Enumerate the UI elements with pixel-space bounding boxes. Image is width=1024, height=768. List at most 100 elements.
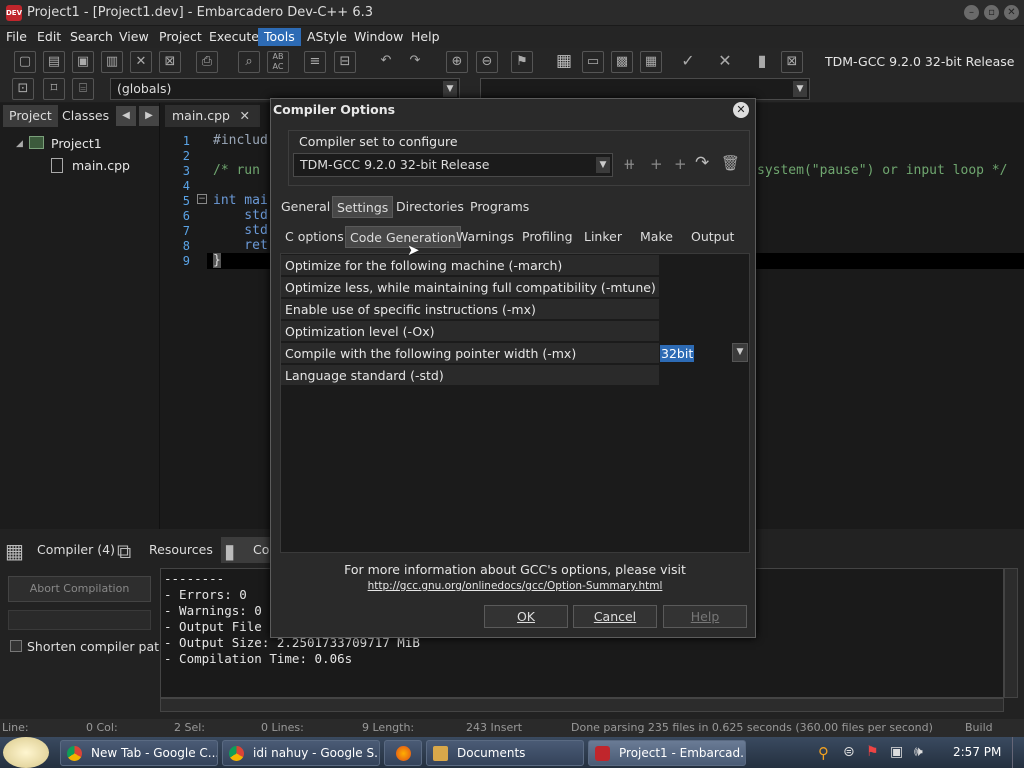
goto-icon[interactable]: ⊡: [12, 78, 34, 100]
member-select[interactable]: ▼: [480, 78, 810, 100]
keyboard-icon[interactable]: ⊜: [843, 744, 855, 760]
tab-main-cpp[interactable]: main.cpp ✕: [165, 105, 260, 127]
tab-project[interactable]: Project: [3, 105, 58, 127]
tab-programs[interactable]: Programs: [466, 196, 533, 218]
stop-icon[interactable]: ✕: [714, 51, 736, 73]
option-row[interactable]: Optimize less, while maintaining full co…: [281, 277, 659, 298]
tab-compiler[interactable]: Compiler (4): [37, 537, 115, 563]
task-chrome-search[interactable]: idi nahuy - Google S...: [222, 740, 380, 766]
open-file-icon[interactable]: ▤: [43, 51, 65, 73]
menu-window[interactable]: Window: [348, 28, 409, 46]
log-horizontal-scrollbar[interactable]: [160, 698, 1004, 712]
ok-button[interactable]: OK: [484, 605, 568, 628]
abort-compilation-button[interactable]: Abort Compilation: [8, 576, 151, 602]
tab-compile-log[interactable]: Co: [253, 537, 269, 563]
indent-icon[interactable]: ≡: [304, 51, 326, 73]
remove-from-project-icon[interactable]: ⊖: [476, 51, 498, 73]
close-all-icon[interactable]: ⊠: [159, 51, 181, 73]
subtab-c-options[interactable]: C options: [281, 226, 348, 248]
chevron-down-icon[interactable]: ▼: [732, 343, 748, 362]
project-options-icon[interactable]: ⚑: [511, 51, 533, 73]
close-file-icon[interactable]: ✕: [130, 51, 152, 73]
print-icon[interactable]: ⎙: [196, 51, 218, 73]
show-desktop-button[interactable]: [1012, 737, 1024, 768]
close-icon[interactable]: ✕: [733, 102, 749, 118]
compiler-set-select[interactable]: TDM-GCC 9.2.0 32-bit Release ▼: [293, 153, 613, 177]
tab-settings[interactable]: Settings: [332, 196, 394, 218]
volume-icon[interactable]: 🕪: [914, 744, 923, 760]
close-icon[interactable]: ✕: [240, 105, 250, 127]
replace-icon[interactable]: AB AC: [267, 51, 289, 73]
save-icon[interactable]: ▣: [72, 51, 94, 73]
tab-classes[interactable]: Classes: [56, 105, 115, 127]
chevron-right-icon[interactable]: ▶: [139, 106, 159, 126]
syntax-check-icon[interactable]: ✓: [677, 51, 699, 73]
tab-general[interactable]: General: [277, 196, 334, 218]
gcc-options-link[interactable]: http://gcc.gnu.org/onlinedocs/gcc/Option…: [280, 580, 750, 592]
start-button[interactable]: [3, 737, 49, 768]
scope-select[interactable]: (globals) ▼: [110, 78, 460, 100]
tree-project[interactable]: Project1: [51, 136, 102, 151]
chevron-left-icon[interactable]: ◀: [116, 106, 136, 126]
subtab-code-generation[interactable]: Code Generation: [345, 226, 461, 248]
redo-icon[interactable]: ↷: [404, 51, 426, 73]
add-blank-icon[interactable]: +: [674, 155, 687, 173]
add-compiler-icon[interactable]: ⧺: [623, 155, 636, 173]
menu-edit[interactable]: Edit: [31, 28, 67, 46]
bookmark-icon[interactable]: ⌑: [43, 78, 65, 100]
clock[interactable]: 2:57 PM: [953, 745, 1001, 759]
subtab-profiling[interactable]: Profiling: [518, 226, 577, 248]
task-devcpp[interactable]: Project1 - Embarcad...: [588, 740, 746, 766]
task-documents[interactable]: Documents: [426, 740, 584, 766]
menu-help[interactable]: Help: [405, 28, 446, 46]
trash-icon[interactable]: 🗑: [721, 154, 740, 172]
rename-icon[interactable]: ↷: [695, 153, 709, 173]
tree-expand-icon[interactable]: ◢: [16, 139, 23, 149]
new-file-icon[interactable]: ▢: [14, 51, 36, 73]
option-row[interactable]: Language standard (-std): [281, 365, 659, 386]
network-icon[interactable]: ▣: [890, 744, 903, 760]
log-vertical-scrollbar[interactable]: [1004, 568, 1018, 698]
close-button[interactable]: ✕: [1004, 5, 1019, 20]
option-row[interactable]: Optimize for the following machine (-mar…: [281, 255, 659, 276]
help-button[interactable]: Help: [663, 605, 747, 628]
pointer-width-value[interactable]: 32bit: [660, 345, 695, 362]
profile-icon[interactable]: ▮: [751, 51, 773, 73]
menu-execute[interactable]: Execute: [203, 28, 265, 46]
menu-file[interactable]: File: [0, 28, 33, 46]
menu-view[interactable]: View: [113, 28, 155, 46]
menu-tools[interactable]: Tools: [258, 28, 301, 46]
save-all-icon[interactable]: ▥: [101, 51, 123, 73]
compile-run-icon[interactable]: ▩: [611, 51, 633, 73]
subtab-warnings[interactable]: Warnings: [452, 226, 518, 248]
maximize-button[interactable]: ▫: [984, 5, 999, 20]
minimize-button[interactable]: –: [964, 5, 979, 20]
menu-astyle[interactable]: AStyle: [301, 28, 353, 46]
tree-file[interactable]: main.cpp: [72, 158, 130, 173]
add-folder-icon[interactable]: +: [650, 155, 663, 173]
option-row[interactable]: Optimization level (-Ox): [281, 321, 659, 342]
bookmark-list-icon[interactable]: ⌸: [72, 78, 94, 100]
subtab-output[interactable]: Output: [687, 226, 738, 248]
shorten-path-checkbox[interactable]: [10, 640, 22, 652]
find-icon[interactable]: ⌕: [238, 51, 260, 73]
task-firefox[interactable]: [384, 740, 422, 766]
subtab-make[interactable]: Make: [636, 226, 677, 248]
cancel-button[interactable]: Cancel: [573, 605, 657, 628]
fold-icon[interactable]: −: [197, 194, 207, 204]
tab-directories[interactable]: Directories: [392, 196, 468, 218]
compile-icon[interactable]: ▦: [553, 51, 575, 73]
tab-resources[interactable]: Resources: [149, 537, 213, 563]
option-row[interactable]: Compile with the following pointer width…: [281, 343, 659, 364]
undo-icon[interactable]: ↶: [375, 51, 397, 73]
menu-project[interactable]: Project: [153, 28, 208, 46]
menu-search[interactable]: Search: [64, 28, 119, 46]
add-to-project-icon[interactable]: ⊕: [446, 51, 468, 73]
flag-icon[interactable]: ⚑: [866, 744, 879, 760]
unindent-icon[interactable]: ⊟: [334, 51, 356, 73]
rebuild-icon[interactable]: ▦: [640, 51, 662, 73]
option-row[interactable]: Enable use of specific instructions (-mx…: [281, 299, 659, 320]
search-icon[interactable]: ⚲: [818, 744, 829, 762]
delete-profile-icon[interactable]: ⊠: [781, 51, 803, 73]
task-chrome-newtab[interactable]: New Tab - Google C...: [60, 740, 218, 766]
